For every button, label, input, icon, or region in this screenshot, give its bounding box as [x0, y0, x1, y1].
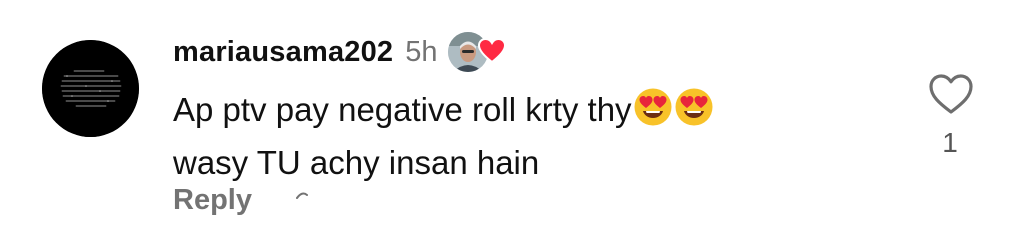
comment-text-line-1-text: Ap ptv pay negative roll krty thy: [173, 91, 632, 128]
heart-badge-icon: [477, 37, 506, 69]
heart-outline-icon: [929, 74, 973, 114]
like-count: 1: [942, 127, 958, 158]
like-button[interactable]: [925, 72, 977, 121]
comment-actions: Reply: [173, 184, 308, 217]
avatar[interactable]: [42, 40, 139, 137]
liked-by-creator-badge: [447, 30, 508, 74]
username-link[interactable]: mariausama202: [173, 36, 393, 69]
comment-text-line-2: wasy TU achy insan hain: [173, 144, 540, 181]
comment-text: Ap ptv pay negative roll krty thy wasy T…: [173, 86, 873, 186]
comment-item: mariausama202 5h Ap ptv pay negative rol…: [0, 0, 1024, 245]
comment-header: mariausama202 5h: [173, 30, 508, 74]
see-translation-partial[interactable]: [295, 183, 308, 204]
timestamp: 5h: [405, 35, 438, 68]
comment-text-line-1: Ap ptv pay negative roll krty thy: [173, 86, 873, 139]
heart-eyes-emoji-icon: [633, 87, 673, 139]
heart-eyes-emoji-icon: [674, 87, 714, 139]
avatar-image: [42, 40, 139, 137]
reply-button[interactable]: Reply: [173, 184, 252, 217]
